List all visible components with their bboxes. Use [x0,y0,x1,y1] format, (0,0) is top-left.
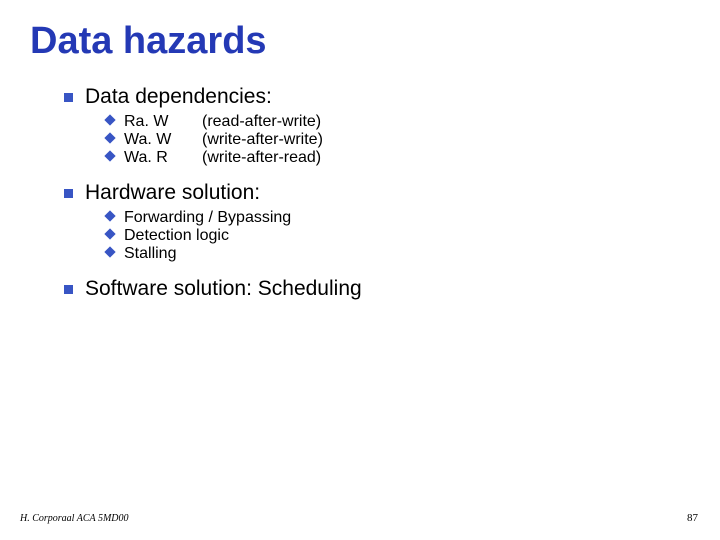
dep-row: Wa. R (write-after-read) [124,149,321,167]
list-item: Detection logic [106,227,690,245]
dep-desc: (write-after-write) [202,131,323,149]
diamond-bullet-icon [104,132,115,143]
list-item: Wa. W (write-after-write) [106,131,690,149]
diamond-bullet-icon [104,150,115,161]
sub-item-text: Detection logic [124,227,229,245]
square-bullet-icon [64,189,73,198]
footer-text: H. Corporaal ACA 5MD00 [20,513,129,524]
section-software: Software solution: Scheduling [64,277,690,301]
sub-list: Forwarding / Bypassing Detection logic S… [106,209,690,263]
page-number: 87 [687,512,698,524]
section-header-row: Hardware solution: [64,181,690,205]
dep-row: Wa. W (write-after-write) [124,131,323,149]
dep-desc: (write-after-read) [202,149,321,167]
dep-desc: (read-after-write) [202,113,321,131]
list-item: Stalling [106,245,690,263]
section-data-deps: Data dependencies: Ra. W (read-after-wri… [64,85,690,167]
square-bullet-icon [64,285,73,294]
section-header-row: Data dependencies: [64,85,690,109]
list-item: Wa. R (write-after-read) [106,149,690,167]
list-item: Forwarding / Bypassing [106,209,690,227]
list-item: Ra. W (read-after-write) [106,113,690,131]
section-header-row: Software solution: Scheduling [64,277,690,301]
diamond-bullet-icon [104,210,115,221]
square-bullet-icon [64,93,73,102]
diamond-bullet-icon [104,228,115,239]
slide: Data hazards Data dependencies: Ra. W (r… [0,0,720,540]
sub-list: Ra. W (read-after-write) Wa. W (write-af… [106,113,690,167]
bullet-list: Data dependencies: Ra. W (read-after-wri… [64,85,690,301]
sub-item-text: Stalling [124,245,176,263]
dep-row: Ra. W (read-after-write) [124,113,321,131]
dep-code: Ra. W [124,113,202,131]
sub-item-text: Forwarding / Bypassing [124,209,291,227]
dep-code: Wa. R [124,149,202,167]
diamond-bullet-icon [104,246,115,257]
section-label: Hardware solution: [85,181,260,205]
section-label: Data dependencies: [85,85,272,109]
diamond-bullet-icon [104,114,115,125]
slide-title: Data hazards [30,20,690,63]
section-hardware: Hardware solution: Forwarding / Bypassin… [64,181,690,263]
dep-code: Wa. W [124,131,202,149]
section-label: Software solution: Scheduling [85,277,362,301]
